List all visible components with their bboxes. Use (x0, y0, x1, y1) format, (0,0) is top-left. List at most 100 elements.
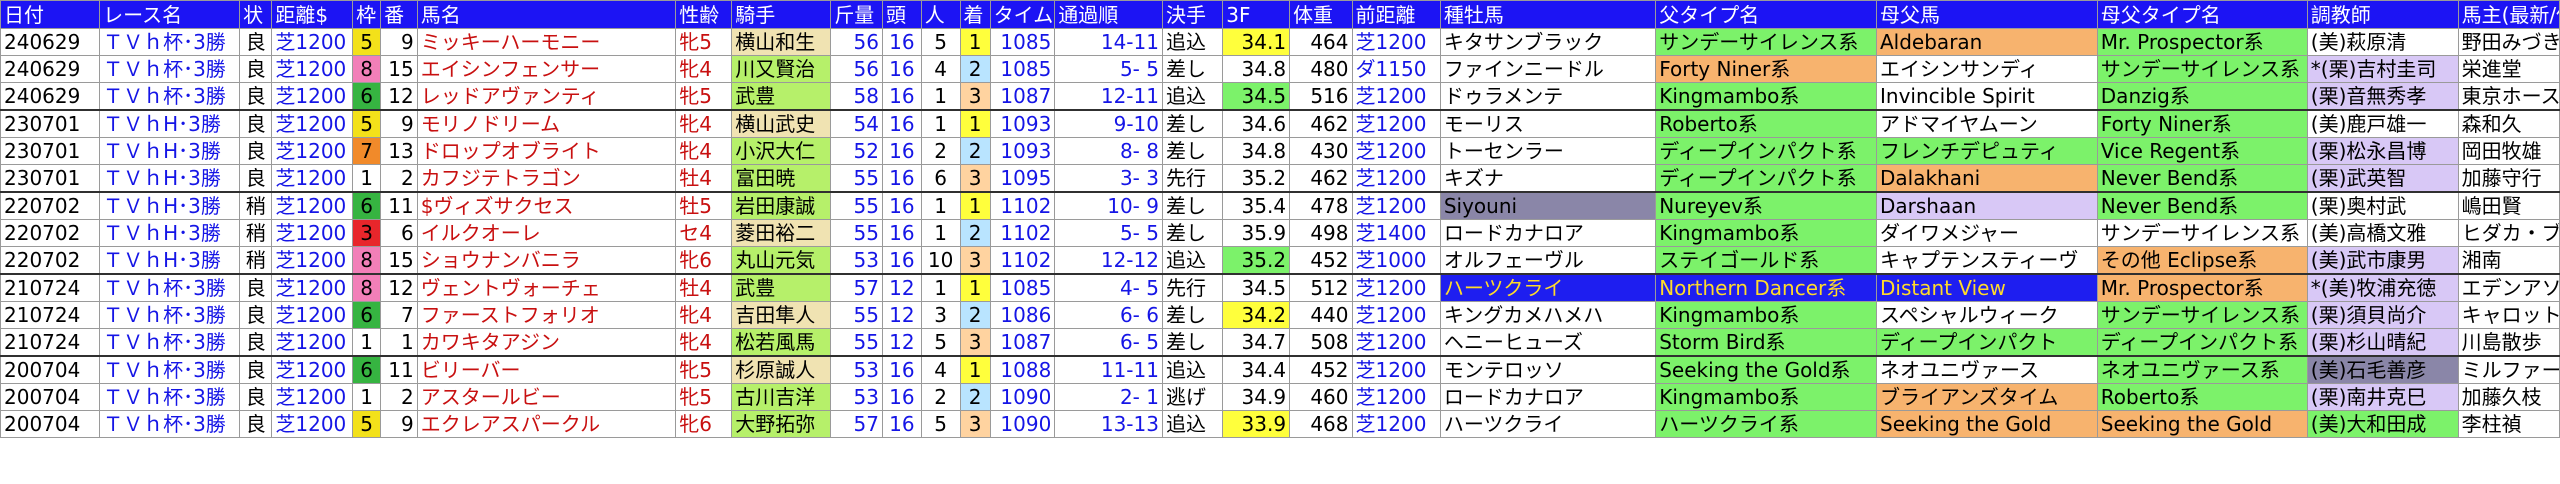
running-style-cell: 逃げ (1161, 383, 1224, 411)
column-header[interactable]: 3F (1222, 0, 1291, 29)
column-header[interactable]: 決手 (1161, 0, 1224, 29)
column-header[interactable]: 枠 (352, 0, 382, 29)
column-header[interactable]: 前距離 (1351, 0, 1441, 29)
condition-cell: 稍 (239, 246, 273, 275)
frame-cell: 8 (352, 273, 382, 302)
body-weight-cell: 430 (1289, 137, 1353, 165)
previous-distance-cell: 芝1200 (1351, 328, 1441, 357)
finish-cell: 3 (959, 410, 991, 438)
time-cell: 1102 (989, 246, 1056, 275)
sire-cell: トーセンラー (1439, 137, 1657, 165)
body-weight-cell: 508 (1289, 328, 1353, 357)
table-row[interactable]: 200704 ＴＶｈ杯･3勝良芝1200 1 2 アスタールビー 牝5 古川吉洋 53 16 2 2… (0, 383, 2560, 411)
damsire-cell: Invincible Spirit (1876, 82, 2098, 111)
sire-cell: ドゥラメンテ (1439, 82, 1657, 111)
table-row[interactable]: 210724 ＴＶｈ杯･3勝良芝1200 1 1 カワキタアジン 牝4 松若風馬 55 12 5 3… (0, 328, 2560, 357)
distance-cell: 芝1200 (271, 82, 354, 111)
column-header[interactable]: 父タイプ名 (1655, 0, 1877, 29)
last-3f-cell: 34.4 (1222, 355, 1291, 384)
sire-type-cell: ハーツクライ系 (1655, 410, 1877, 438)
damsire-type-cell: Danzig系 (2096, 82, 2308, 111)
table-row[interactable]: 220702 ＴＶｈH･3勝稍芝1200 3 6 イルクオーレ セ4 菱田裕二 55 16 1 2 1… (0, 219, 2560, 247)
column-header[interactable]: 通過順 (1054, 0, 1163, 29)
horse-name-cell: カフジテトラゴン (416, 164, 677, 193)
damsire-cell: Seeking the Gold (1876, 410, 2098, 438)
column-header[interactable]: 馬名 (416, 0, 677, 29)
jockey-cell: 横山和生 (731, 28, 832, 56)
horse-number-cell: 6 (380, 219, 418, 247)
table-row[interactable]: 210724 ＴＶｈ杯･3勝良芝1200 6 7 ファーストフォリオ 牝4 吉田隼人 55 12… (0, 301, 2560, 329)
column-header[interactable]: 距離$ (271, 0, 354, 29)
time-cell: 1087 (989, 82, 1056, 111)
field-size-cell: 16 (882, 109, 922, 138)
popularity-cell: 2 (920, 137, 961, 165)
jockey-cell: 岩田康誠 (731, 191, 832, 220)
table-row[interactable]: 230701 ＴＶｈH･3勝良芝1200 1 2 カフジテトラゴン 牡4 富田暁 55 16 6 3… (0, 164, 2560, 193)
horse-name-cell: ヴェントヴォーチェ (416, 273, 677, 302)
table-row[interactable]: 240629 ＴＶｈ杯･3勝良芝1200 5 9 ミッキーハーモニー 牝5 横山和生 56 16… (0, 28, 2560, 56)
column-header[interactable]: 騎手 (731, 0, 832, 29)
damsire-type-cell: Roberto系 (2096, 383, 2308, 411)
frame-cell: 6 (352, 82, 382, 111)
table-row[interactable]: 200704 ＴＶｈ杯･3勝良芝1200 6 11 ビリーバー 牝5 杉原誠人 53 16 4 1 1… (0, 355, 2560, 384)
table-row[interactable]: 240629 ＴＶｈ杯･3勝良芝1200 6 12 レッドアヴァンティ 牝5 武豊 58 16 1… (0, 82, 2560, 111)
sire-cell: キズナ (1439, 164, 1657, 193)
table-row[interactable]: 240629 ＴＶｈ杯･3勝良芝1200 8 15 エイシンフェンサー 牝4 川又賢治 56 1… (0, 55, 2560, 83)
running-style-cell: 差し (1161, 191, 1224, 220)
column-header[interactable]: 種牡馬 (1439, 0, 1657, 29)
field-size-cell: 16 (882, 55, 922, 83)
field-size-cell: 16 (882, 355, 922, 384)
sire-cell: モンテロッソ (1439, 355, 1657, 384)
table-row[interactable]: 210724 ＴＶｈ杯･3勝良芝1200 8 12 ヴェントヴォーチェ 牡4 武豊 57 12 1… (0, 273, 2560, 302)
jockey-cell: 菱田裕二 (731, 219, 832, 247)
table-row[interactable]: 200704 ＴＶｈ杯･3勝良芝1200 5 9 エクレアスパークル 牝6 大野拓弥 57 16… (0, 410, 2560, 438)
damsire-type-cell: Vice Regent系 (2096, 137, 2308, 165)
column-header[interactable]: 母父馬 (1876, 0, 2098, 29)
column-header[interactable]: 斤量 (830, 0, 883, 29)
finish-cell: 2 (959, 137, 991, 165)
column-header[interactable]: 体重 (1289, 0, 1353, 29)
sex-age-cell: セ4 (675, 219, 733, 247)
sire-cell: モーリス (1439, 109, 1657, 138)
column-header[interactable]: 調教師 (2306, 0, 2459, 29)
column-header[interactable]: 母父タイプ名 (2096, 0, 2308, 29)
column-header[interactable]: 人 (920, 0, 961, 29)
frame-cell: 8 (352, 246, 382, 275)
running-style-cell: 追込 (1161, 82, 1224, 111)
owner-cell: 李柱禎 (2457, 410, 2560, 438)
trainer-cell: *(美)牧浦充徳 (2306, 273, 2459, 302)
passing-order-cell: 5- 5 (1054, 219, 1163, 247)
table-row[interactable]: 220702 ＴＶｈH･3勝稍芝1200 8 15 ショウナンバニラ 牝6 丸山元気 53 16… (0, 246, 2560, 275)
body-weight-cell: 452 (1289, 246, 1353, 275)
column-header[interactable]: 日付 (0, 0, 101, 29)
weight-carried-cell: 57 (830, 410, 883, 438)
column-header[interactable]: 番 (380, 0, 418, 29)
date-cell: 200704 (0, 383, 101, 411)
field-size-cell: 16 (882, 164, 922, 193)
column-header[interactable]: 馬主(最新/仮 (2457, 0, 2560, 29)
damsire-cell: Dalakhani (1876, 164, 2098, 193)
owner-cell: 野田みづき (2457, 28, 2560, 56)
race-name-cell: ＴＶｈ杯･3勝 (99, 328, 241, 357)
distance-cell: 芝1200 (271, 301, 354, 329)
table-row[interactable]: 230701 ＴＶｈH･3勝良芝1200 7 13 ドロップオブライト 牝4 小沢大仁 52 1… (0, 137, 2560, 165)
column-header[interactable]: 着 (959, 0, 991, 29)
column-header[interactable]: タイム (989, 0, 1056, 29)
horse-number-cell: 12 (380, 273, 418, 302)
distance-cell: 芝1200 (271, 410, 354, 438)
column-header[interactable]: レース名 (99, 0, 241, 29)
passing-order-cell: 12-11 (1054, 82, 1163, 111)
damsire-cell: Darshaan (1876, 191, 2098, 220)
column-header[interactable]: 頭 (882, 0, 922, 29)
running-style-cell: 先行 (1161, 273, 1224, 302)
jockey-cell: 吉田隼人 (731, 301, 832, 329)
column-header[interactable]: 性齢 (675, 0, 733, 29)
column-header[interactable]: 状 (239, 0, 273, 29)
field-size-cell: 16 (882, 410, 922, 438)
table-row[interactable]: 220702 ＴＶｈH･3勝稍芝1200 6 11 $ヴィズサクセス 牡5 岩田康誠 55 16… (0, 191, 2560, 220)
date-cell: 200704 (0, 355, 101, 384)
horse-number-cell: 1 (380, 328, 418, 357)
horse-name-cell: ショウナンバニラ (416, 246, 677, 275)
running-style-cell: 追込 (1161, 355, 1224, 384)
table-row[interactable]: 230701 ＴＶｈH･3勝良芝1200 5 9 モリノドリーム 牝4 横山武史 54 16 1 1… (0, 109, 2560, 138)
